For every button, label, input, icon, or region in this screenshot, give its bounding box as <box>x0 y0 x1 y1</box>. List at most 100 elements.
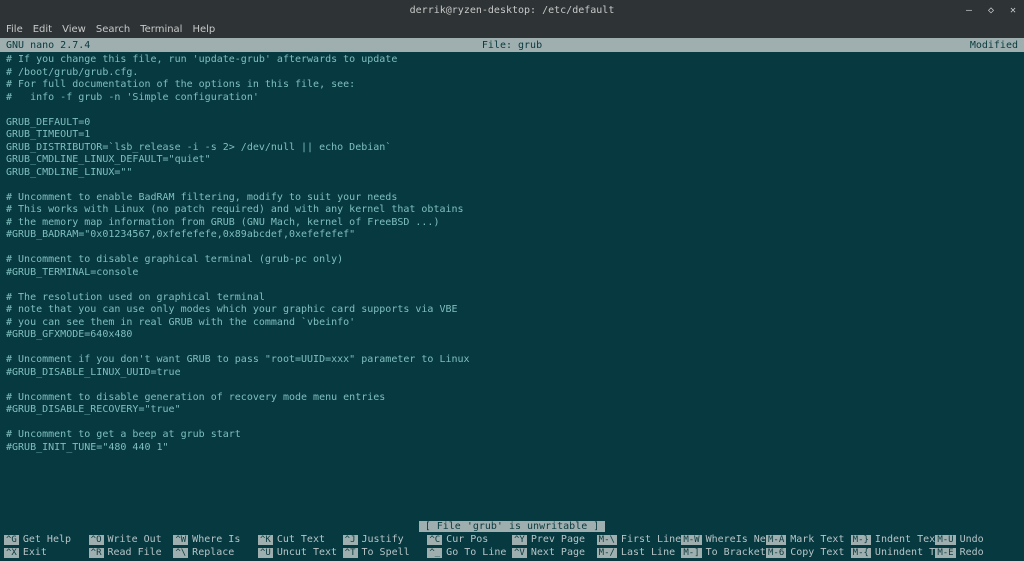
shortcut-key: ^T <box>343 548 358 558</box>
shortcut-key: M-U <box>935 535 955 545</box>
nano-version: GNU nano 2.7.4 <box>6 40 90 51</box>
status-line: [ File 'grub' is unwritable ] <box>0 519 1024 533</box>
shortcut-key: M-\ <box>597 535 617 545</box>
shortcut-item: M-} Indent Text <box>851 533 936 546</box>
shortcut-item: ^JJustify <box>343 533 428 546</box>
shortcut-label: First Line <box>621 534 681 545</box>
menu-bar: File Edit View Search Terminal Help <box>0 20 1024 38</box>
shortcut-label: Cut Text <box>277 534 325 545</box>
shortcut-key: M-} <box>851 535 871 545</box>
status-message: [ File 'grub' is unwritable ] <box>419 521 606 532</box>
shortcut-item: M-\ First Line <box>597 533 682 546</box>
editor-line <box>6 417 1018 430</box>
shortcut-label: Go To Line <box>446 547 506 558</box>
nano-filename: File: grub <box>482 40 542 51</box>
close-icon[interactable]: ✕ <box>1006 3 1020 17</box>
shortcut-label: WhereIs Next <box>706 534 766 545</box>
shortcut-label: Unindent Text <box>875 547 935 558</box>
editor-line <box>6 179 1018 192</box>
shortcut-item: ^GGet Help <box>4 533 89 546</box>
editor-line: # note that you can use only modes which… <box>6 304 1018 317</box>
shortcut-label: Uncut Text <box>277 547 337 558</box>
shortcut-item: M-AMark Text <box>766 533 851 546</box>
minimize-icon[interactable]: — <box>962 3 976 17</box>
editor-line: # The resolution used on graphical termi… <box>6 292 1018 305</box>
shortcut-label: Write Out <box>108 534 162 545</box>
shortcut-item: ^W Where Is <box>173 533 258 546</box>
editor-line: # /boot/grub/grub.cfg. <box>6 67 1018 80</box>
shortcut-label: Read File <box>108 547 162 558</box>
shortcut-key: M-{ <box>851 548 871 558</box>
shortcut-key: ^J <box>343 535 358 545</box>
shortcut-label: Copy Text <box>790 547 844 558</box>
shortcut-item: ^C Cur Pos <box>427 533 512 546</box>
shortcut-key: ^_ <box>427 548 442 558</box>
shortcut-key: M-/ <box>597 548 617 558</box>
shortcut-item: M-6Copy Text <box>766 546 851 559</box>
editor-line: # This works with Linux (no patch requir… <box>6 204 1018 217</box>
editor-line: # Uncomment to get a beep at grub start <box>6 429 1018 442</box>
editor-line: # Uncomment to disable graphical termina… <box>6 254 1018 267</box>
shortcut-key: M-W <box>681 535 701 545</box>
shortcut-key: ^O <box>89 535 104 545</box>
shortcut-item: ^K Cut Text <box>258 533 343 546</box>
shortcut-key: ^X <box>4 548 19 558</box>
editor-line <box>6 279 1018 292</box>
editor-line: GRUB_CMDLINE_LINUX="" <box>6 167 1018 180</box>
shortcut-key: M-E <box>935 548 955 558</box>
editor-line: GRUB_DEFAULT=0 <box>6 117 1018 130</box>
shortcut-item: M-ERedo <box>935 546 1020 559</box>
menu-edit[interactable]: Edit <box>33 24 52 35</box>
maximize-icon[interactable]: ◇ <box>984 3 998 17</box>
menu-search[interactable]: Search <box>96 24 130 35</box>
shortcut-item: ^_ Go To Line <box>427 546 512 559</box>
editor-line: GRUB_DISTRIBUTOR=`lsb_release -i -s 2> /… <box>6 142 1018 155</box>
editor-line: # Uncomment to enable BadRAM filtering, … <box>6 192 1018 205</box>
window-titlebar: derrik@ryzen-desktop: /etc/default — ◇ ✕ <box>0 0 1024 20</box>
shortcut-item: ^XExit <box>4 546 89 559</box>
editor-line <box>6 379 1018 392</box>
shortcut-item: M-] To Bracket <box>681 546 766 559</box>
editor-line: # info -f grub -n 'Simple configuration' <box>6 92 1018 105</box>
shortcut-label: Indent Text <box>875 534 935 545</box>
shortcut-item: ^O Write Out <box>89 533 174 546</box>
shortcut-item: M-U Undo <box>935 533 1020 546</box>
shortcut-key: ^W <box>173 535 188 545</box>
shortcut-label: Cur Pos <box>446 534 488 545</box>
menu-terminal[interactable]: Terminal <box>140 24 182 35</box>
shortcut-key: ^K <box>258 535 273 545</box>
shortcut-item: ^Y Prev Page <box>512 533 597 546</box>
editor-line: # you can see them in real GRUB with the… <box>6 317 1018 330</box>
shortcut-key: ^Y <box>512 535 527 545</box>
shortcut-item: ^\ Replace <box>173 546 258 559</box>
shortcut-key: ^U <box>258 548 273 558</box>
shortcut-item: ^TTo Spell <box>343 546 428 559</box>
editor-line: GRUB_TIMEOUT=1 <box>6 129 1018 142</box>
menu-view[interactable]: View <box>62 24 86 35</box>
shortcut-label: To Bracket <box>706 547 766 558</box>
shortcut-item: M-/Last Line <box>597 546 682 559</box>
shortcut-item: M-W WhereIs Next <box>681 533 766 546</box>
shortcut-key: ^\ <box>173 548 188 558</box>
shortcut-label: Mark Text <box>790 534 844 545</box>
menu-help[interactable]: Help <box>192 24 215 35</box>
editor-line: # Uncomment if you don't want GRUB to pa… <box>6 354 1018 367</box>
editor-line <box>6 242 1018 255</box>
shortcut-label: Replace <box>192 547 234 558</box>
editor-line: #GRUB_TERMINAL=console <box>6 267 1018 280</box>
shortcut-item: M-{ Unindent Text <box>851 546 936 559</box>
nano-header: GNU nano 2.7.4 File: grub Modified <box>0 38 1024 52</box>
menu-file[interactable]: File <box>6 24 23 35</box>
shortcut-key: ^C <box>427 535 442 545</box>
shortcut-label: Undo <box>960 534 984 545</box>
shortcut-key: M-] <box>681 548 701 558</box>
editor-line: #GRUB_INIT_TUNE="480 440 1" <box>6 442 1018 455</box>
shortcut-key: ^V <box>512 548 527 558</box>
editor-line: # If you change this file, run 'update-g… <box>6 54 1018 67</box>
shortcut-label: Prev Page <box>531 534 585 545</box>
shortcut-key: ^G <box>4 535 19 545</box>
shortcut-label: Where Is <box>192 534 240 545</box>
editor-line: # For full documentation of the options … <box>6 79 1018 92</box>
editor-area[interactable]: # If you change this file, run 'update-g… <box>0 52 1024 519</box>
shortcut-item: ^RRead File <box>89 546 174 559</box>
